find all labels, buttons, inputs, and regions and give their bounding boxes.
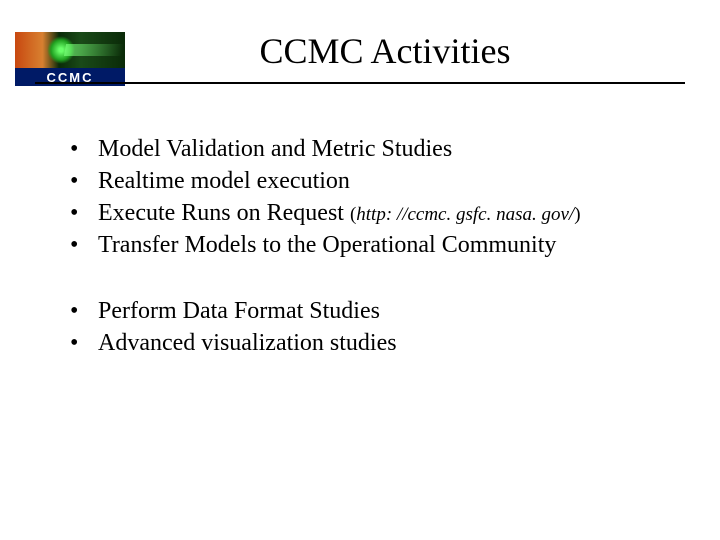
url-text: http: //ccmc. gsfc. nasa. gov/ <box>356 204 574 225</box>
bullet-text: Execute Runs on Request <box>98 200 350 226</box>
list-item: Realtime model execution <box>70 166 655 196</box>
list-item: Execute Runs on Request (http: //ccmc. g… <box>70 198 655 228</box>
bullet-group-2: Perform Data Format Studies Advanced vis… <box>70 296 655 358</box>
bullet-group-1: Model Validation and Metric Studies Real… <box>70 134 655 260</box>
list-item: Model Validation and Metric Studies <box>70 134 655 164</box>
list-item: Advanced visualization studies <box>70 328 655 358</box>
title-divider <box>35 82 685 84</box>
slide-title: CCMC Activities <box>50 30 720 72</box>
list-item: Perform Data Format Studies <box>70 296 655 326</box>
slide-content: Model Validation and Metric Studies Real… <box>0 84 720 358</box>
slide-header: CCMC Activities <box>0 0 720 84</box>
paren-close: ) <box>574 204 580 225</box>
list-item: Transfer Models to the Operational Commu… <box>70 230 655 260</box>
